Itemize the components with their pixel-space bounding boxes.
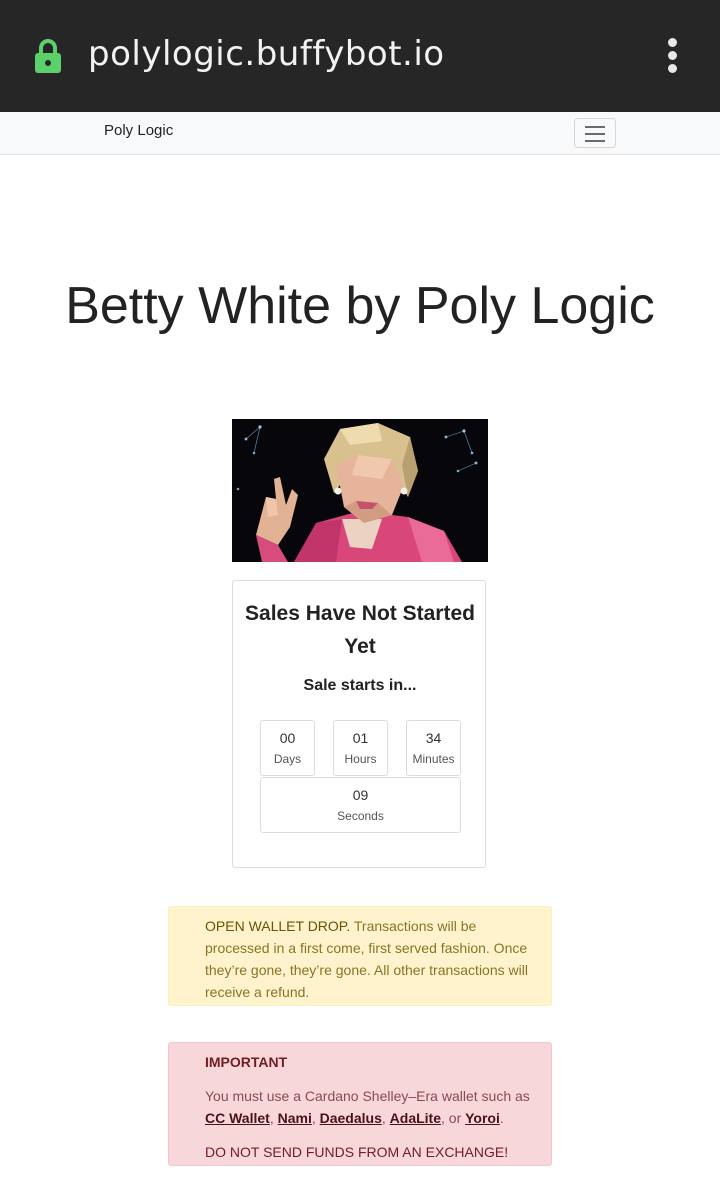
important-wallet-alert: IMPORTANT You must use a Cardano Shelley… <box>168 1042 552 1166</box>
wallet-link-yoroi[interactable]: Yoroi <box>465 1110 500 1126</box>
open-wallet-drop-alert: OPEN WALLET DROP. Transactions will be p… <box>168 906 552 1006</box>
wallet-link-cc-wallet[interactable]: CC Wallet <box>205 1110 270 1126</box>
countdown-value: 34 <box>425 730 442 746</box>
wallet-link-daedalus[interactable]: Daedalus <box>320 1110 382 1126</box>
countdown-seconds: 09 Seconds <box>260 777 461 833</box>
countdown-value: 01 <box>352 730 369 746</box>
site-navbar: Poly Logic <box>0 112 720 155</box>
hero-image <box>232 419 488 562</box>
sale-status-title: Sales Have Not Started Yet <box>245 602 475 658</box>
wallet-intro: You must use a Cardano Shelley–Era walle… <box>205 1088 530 1104</box>
page-title: Betty White by Poly Logic <box>65 277 655 335</box>
browser-toolbar: polylogic.buffybot.io <box>0 0 720 112</box>
countdown-label: Hours <box>344 752 377 766</box>
hamburger-icon <box>585 126 605 128</box>
wallet-requirement-text: You must use a Cardano Shelley–Era walle… <box>205 1088 530 1126</box>
url-bar[interactable]: polylogic.buffybot.io <box>88 34 445 74</box>
wallet-link-nami[interactable]: Nami <box>278 1110 312 1126</box>
alert-heading: IMPORTANT <box>205 1054 288 1070</box>
navbar-toggle-button[interactable] <box>574 118 616 148</box>
kebab-menu-icon[interactable] <box>660 38 684 74</box>
sale-status-card: Sales Have Not Started Yet Sale starts i… <box>232 580 486 868</box>
exchange-warning: DO NOT SEND FUNDS FROM AN EXCHANGE! <box>205 1144 509 1160</box>
countdown-label: Seconds <box>337 809 384 823</box>
lock-icon[interactable] <box>34 39 62 73</box>
countdown-value: 09 <box>352 787 369 803</box>
countdown-label: Days <box>273 752 302 766</box>
alert-lead: OPEN WALLET DROP. <box>205 918 351 934</box>
countdown-label: Minutes <box>412 752 455 766</box>
countdown-hours: 01 Hours <box>333 720 388 776</box>
wallet-link-adalite[interactable]: AdaLite <box>390 1110 441 1126</box>
sale-countdown-caption: Sale starts in... <box>303 677 417 694</box>
countdown-value: 00 <box>279 730 296 746</box>
countdown-minutes: 34 Minutes <box>406 720 461 776</box>
countdown-days: 00 Days <box>260 720 315 776</box>
navbar-brand[interactable]: Poly Logic <box>104 122 173 139</box>
